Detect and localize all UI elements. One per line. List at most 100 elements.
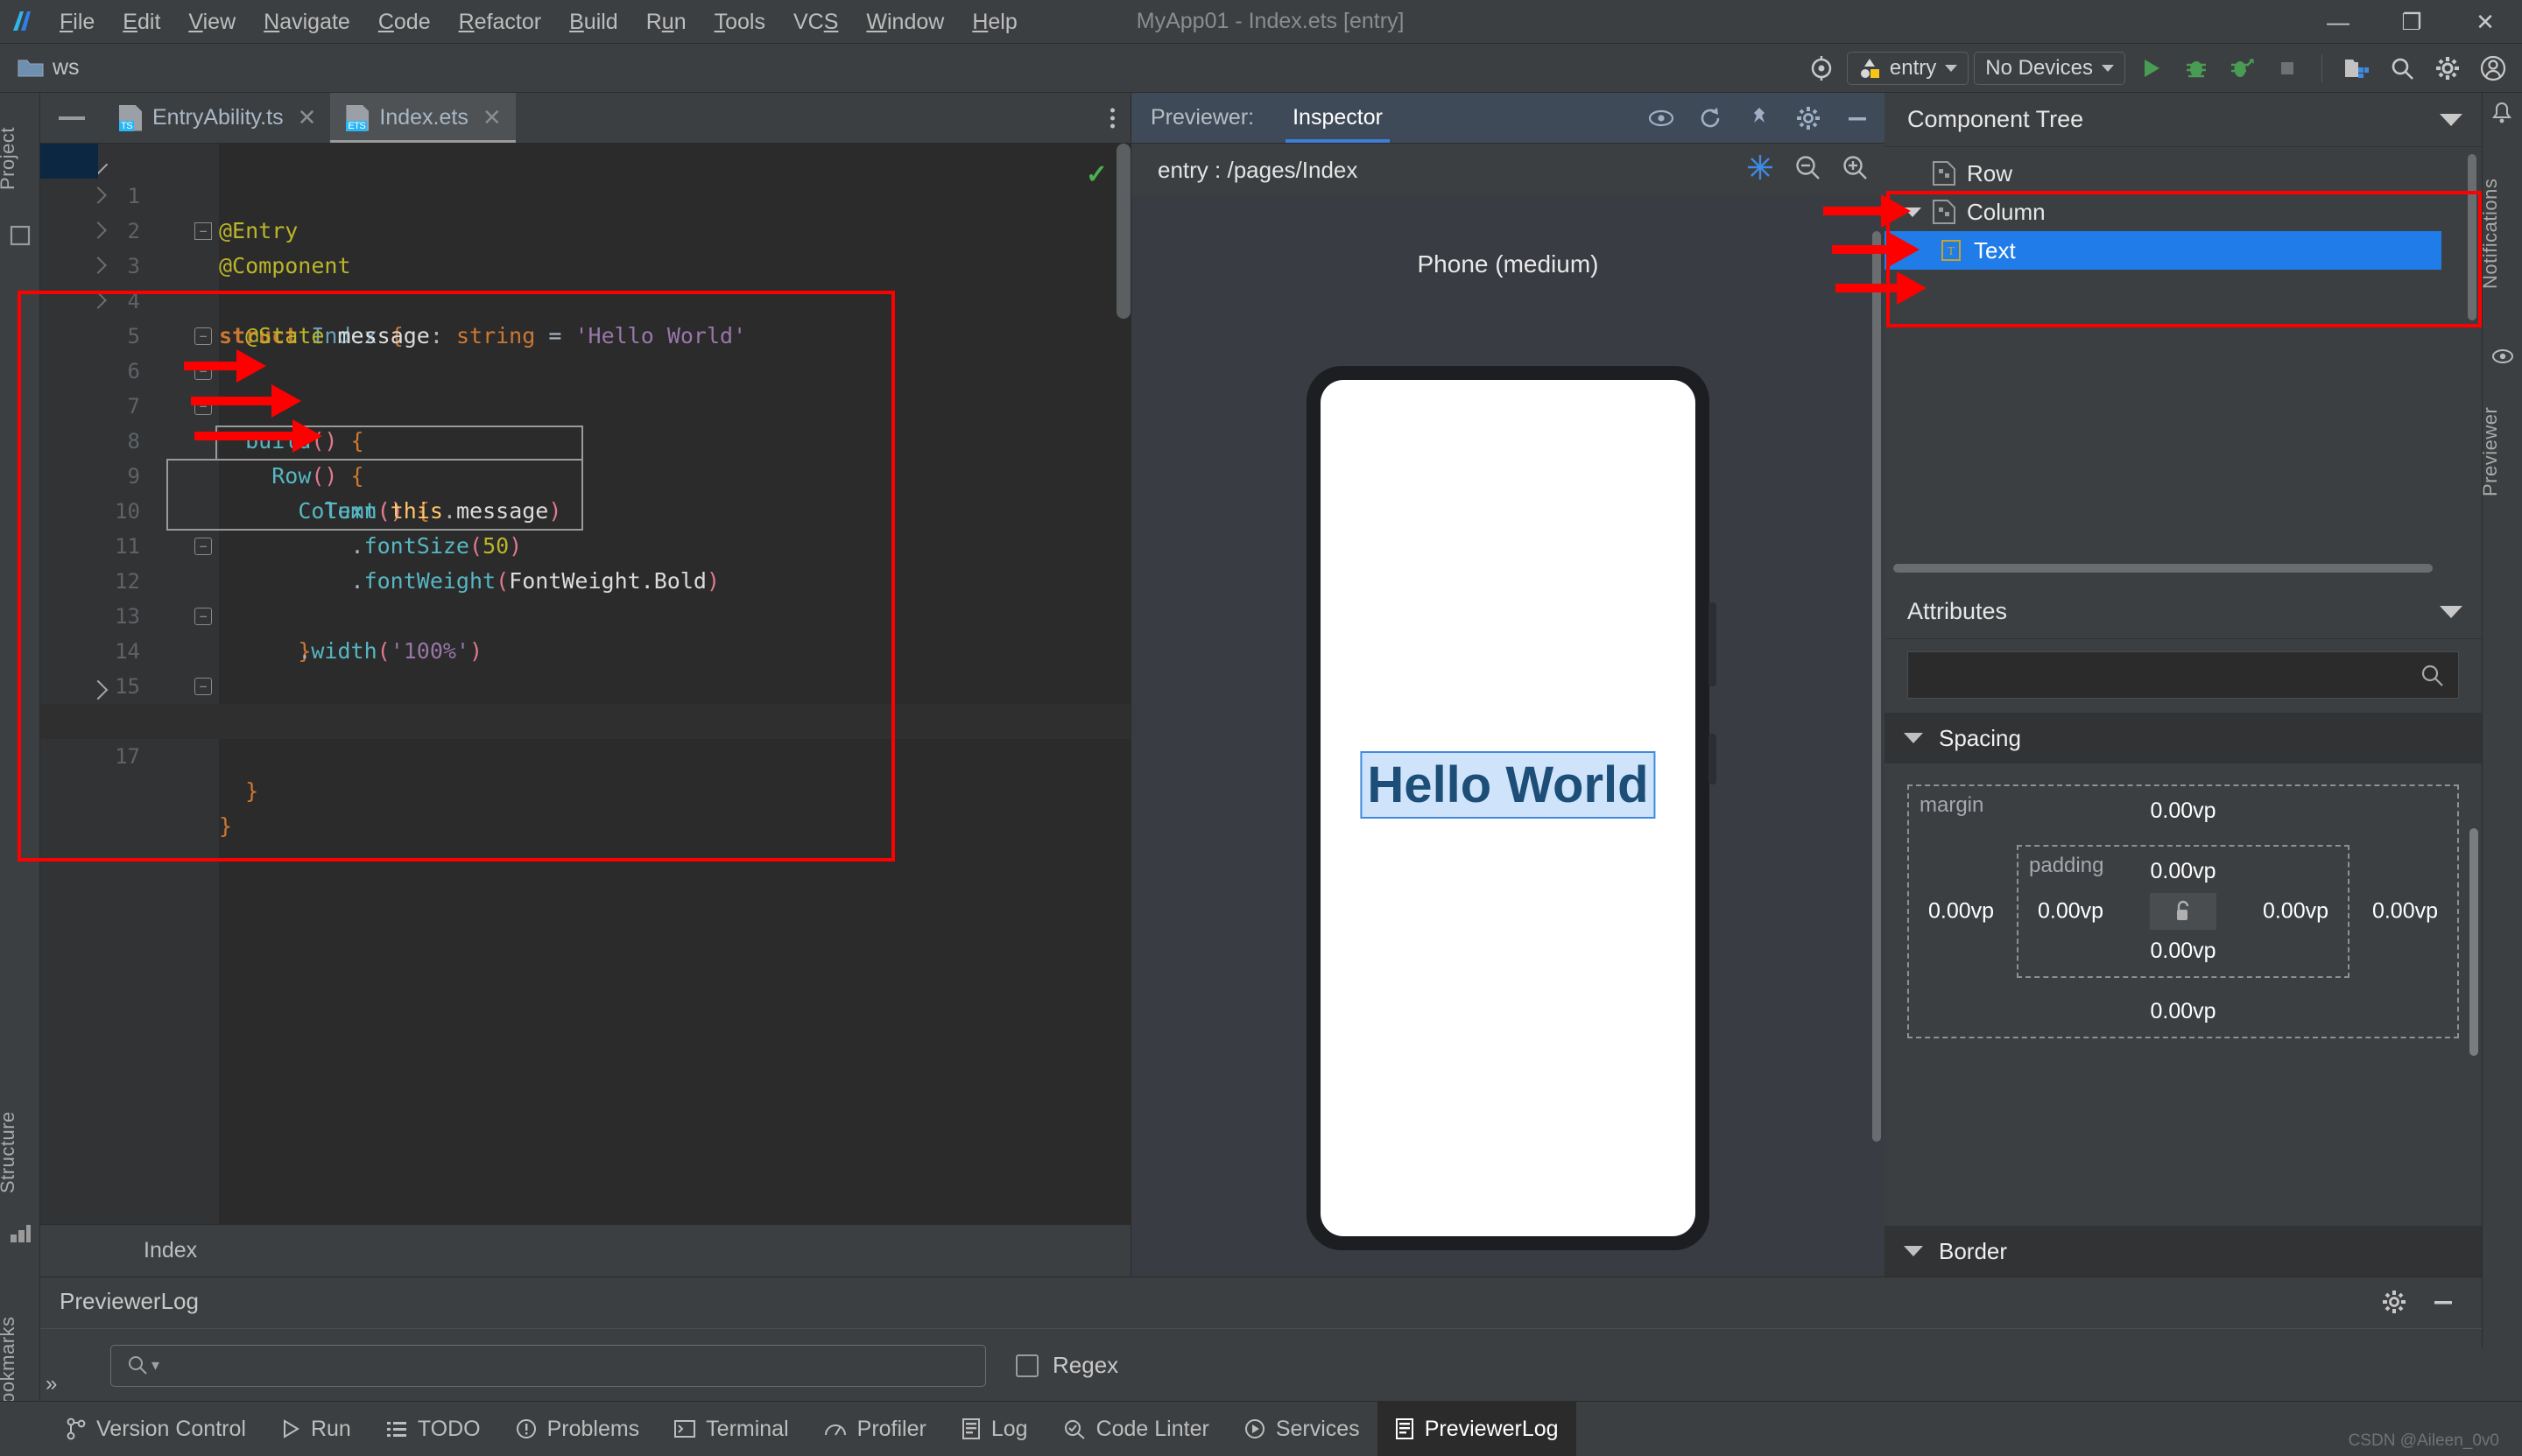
code-line[interactable]: 7 − Row() { xyxy=(40,354,1131,489)
run-icon[interactable] xyxy=(2131,48,2171,88)
menu-run[interactable]: Run xyxy=(632,0,701,44)
chevron-down-icon[interactable] xyxy=(2440,605,2462,618)
editor-tab-entryability[interactable]: TS EntryAbility.ts ✕ xyxy=(103,93,330,143)
menu-refactor[interactable]: Refactor xyxy=(445,0,556,44)
padding-left-value[interactable]: 0.00vp xyxy=(2038,899,2103,925)
eye-icon[interactable] xyxy=(1641,98,1681,138)
code-editor[interactable]: ✓ 1 @Entry 2 @Component 3 − struct Index… xyxy=(40,144,1131,1224)
chevron-down-icon[interactable] xyxy=(2440,113,2462,126)
border-section-header[interactable]: Border xyxy=(1884,1226,2482,1277)
tree-vertical-scrollbar[interactable] xyxy=(2468,154,2476,320)
close-button[interactable]: ✕ xyxy=(2448,0,2522,44)
target-icon[interactable] xyxy=(1801,48,1842,88)
menu-file[interactable]: File xyxy=(46,0,109,44)
maximize-button[interactable]: ❐ xyxy=(2375,0,2448,44)
editor-breadcrumb[interactable]: Index xyxy=(40,1224,1131,1277)
menu-build[interactable]: Build xyxy=(555,0,632,44)
statusbar-todo[interactable]: TODO xyxy=(369,1402,498,1456)
settings-icon[interactable] xyxy=(1788,98,1828,138)
code-line[interactable]: 16 − } xyxy=(40,669,1131,804)
statusbar-profiler[interactable]: Profiler xyxy=(807,1402,944,1456)
notifications-bell-icon[interactable] xyxy=(2491,102,2514,124)
menu-window[interactable]: Window xyxy=(852,0,958,44)
commit-icon[interactable] xyxy=(9,224,32,247)
statusbar-problems[interactable]: Problems xyxy=(498,1402,658,1456)
menu-tools[interactable]: Tools xyxy=(701,0,779,44)
tree-node-row[interactable]: Row xyxy=(1884,154,2482,193)
statusbar-services[interactable]: Services xyxy=(1227,1402,1377,1456)
code-line[interactable]: 3 − struct Index { xyxy=(40,214,1131,348)
chevron-down-icon[interactable] xyxy=(1904,733,1923,743)
checkbox-box[interactable] xyxy=(1016,1354,1039,1377)
code-line[interactable]: 8 − Column() { xyxy=(40,389,1131,524)
previewer-eye-icon[interactable] xyxy=(2491,347,2514,369)
close-tab-icon[interactable]: ✕ xyxy=(483,104,502,131)
padding-right-value[interactable]: 0.00vp xyxy=(2263,899,2328,925)
previewer-vertical-scrollbar[interactable] xyxy=(1872,231,1881,1142)
code-line[interactable]: 1 @Entry xyxy=(40,144,1131,243)
margin-right-value[interactable]: 0.00vp xyxy=(2372,899,2438,925)
collapse-editor-button[interactable] xyxy=(40,93,103,143)
zoom-in-icon[interactable] xyxy=(1841,153,1869,187)
margin-top-value[interactable]: 0.00vp xyxy=(1909,798,2457,824)
menu-view[interactable]: View xyxy=(174,0,250,44)
tree-node-text[interactable]: T Text xyxy=(1884,231,2441,270)
code-line[interactable]: 17 } xyxy=(40,704,1131,839)
debug-icon[interactable] xyxy=(2176,48,2216,88)
code-line[interactable]: 9 Text(this.message) xyxy=(40,424,1131,524)
settings-icon[interactable] xyxy=(2382,1290,2406,1320)
code-line[interactable]: 15 .height('100%') xyxy=(40,634,1131,734)
margin-left-value[interactable]: 0.00vp xyxy=(1928,899,1994,925)
menu-navigate[interactable]: Navigate xyxy=(250,0,364,44)
zoom-out-icon[interactable] xyxy=(1793,153,1821,187)
previewer-path[interactable]: entry : /pages/Index xyxy=(1158,157,1357,184)
editor-vertical-scrollbar[interactable] xyxy=(1117,144,1131,319)
editor-tab-index[interactable]: ETS Index.ets ✕ xyxy=(330,93,516,143)
account-icon[interactable] xyxy=(2473,48,2513,88)
minimize-panel-icon[interactable] xyxy=(2431,1290,2455,1320)
component-tree-header[interactable]: Component Tree xyxy=(1884,93,2482,147)
menu-help[interactable]: Help xyxy=(958,0,1031,44)
unlock-icon[interactable] xyxy=(2150,893,2216,930)
padding-top-value[interactable]: 0.00vp xyxy=(2018,859,2348,884)
statusbar-previewerlog[interactable]: PreviewerLog xyxy=(1377,1401,1576,1456)
code-line[interactable]: 5 xyxy=(40,284,1131,348)
menu-edit[interactable]: Edit xyxy=(109,0,174,44)
tab-inspector[interactable]: Inspector xyxy=(1273,93,1402,143)
menu-code[interactable]: Code xyxy=(364,0,445,44)
chevron-down-icon[interactable] xyxy=(1904,207,1921,217)
code-line[interactable]: 2 @Component xyxy=(40,179,1131,278)
code-line[interactable]: 13 .width('100%') xyxy=(40,564,1131,664)
expand-more-icon[interactable]: » xyxy=(46,1372,57,1396)
settings-icon[interactable] xyxy=(2427,48,2468,88)
log-search-input[interactable]: ▾ xyxy=(110,1344,986,1387)
chevron-down-icon[interactable]: ▾ xyxy=(151,1356,159,1375)
structure-icon[interactable] xyxy=(9,1222,32,1245)
attributes-search-input[interactable] xyxy=(1907,651,2459,699)
project-structure-icon[interactable] xyxy=(2336,48,2377,88)
previewer-canvas[interactable]: Phone (medium) Hello World xyxy=(1131,196,1884,1277)
tree-node-column[interactable]: Column xyxy=(1884,193,2482,231)
tab-previewer[interactable]: Previewer: xyxy=(1131,93,1273,143)
regex-checkbox[interactable]: Regex xyxy=(1016,1352,1118,1379)
editor-options-icon[interactable] xyxy=(1110,104,1115,131)
close-tab-icon[interactable]: ✕ xyxy=(298,104,317,131)
code-line[interactable]: 11 .fontWeight(FontWeight.Bold) xyxy=(40,494,1131,594)
statusbar-version-control[interactable]: Version Control xyxy=(49,1402,264,1456)
component-tree[interactable]: Row Column T Text xyxy=(1884,147,2482,585)
preview-text-element[interactable]: Hello World xyxy=(1360,751,1656,819)
menu-vcs[interactable]: VCS xyxy=(779,0,852,44)
statusbar-code-linter[interactable]: Code Linter xyxy=(1046,1402,1227,1456)
stripe-item-notifications[interactable]: Notifications xyxy=(2479,133,2519,334)
code-line[interactable]: 4 @State message: string = 'Hello World' xyxy=(40,249,1131,348)
attributes-header[interactable]: Attributes xyxy=(1884,585,2482,639)
code-line[interactable]: 12 − } xyxy=(40,529,1131,664)
minimize-button[interactable]: — xyxy=(2301,0,2375,44)
refresh-icon[interactable] xyxy=(1690,98,1730,138)
stop-icon[interactable] xyxy=(2267,48,2307,88)
tree-horizontal-scrollbar[interactable] xyxy=(1893,564,2433,573)
statusbar-log[interactable]: Log xyxy=(944,1402,1046,1456)
device-selector[interactable]: No Devices xyxy=(1974,52,2125,85)
attributes-vertical-scrollbar[interactable] xyxy=(2469,828,2478,1056)
search-icon[interactable] xyxy=(2382,48,2422,88)
